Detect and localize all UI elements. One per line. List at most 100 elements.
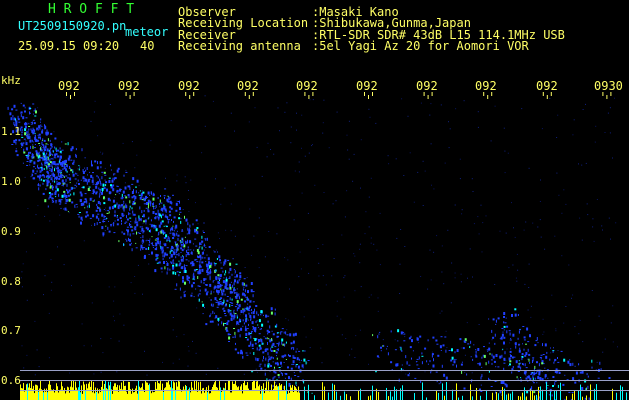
signal-pixel <box>254 343 257 345</box>
x-tick-mark <box>248 95 250 99</box>
noise-pixel <box>230 230 232 232</box>
signal-pixel <box>178 217 181 220</box>
noise-pixel <box>99 151 101 153</box>
signal-pixel <box>253 337 255 339</box>
signal-pixel <box>42 182 44 185</box>
signal-pixel <box>189 240 192 244</box>
signal-pixel <box>386 348 388 350</box>
signal-pixel <box>116 215 118 216</box>
signal-pixel <box>383 344 385 347</box>
noise-pixel <box>359 248 361 250</box>
signal-pixel <box>156 240 159 243</box>
noise-pixel <box>187 346 189 347</box>
signal-pixel <box>197 294 199 297</box>
signal-pixel <box>102 183 105 187</box>
signal-pixel <box>49 185 52 187</box>
floor-spike <box>586 395 587 400</box>
signal-pixel <box>301 364 304 368</box>
signal-pixel <box>233 282 235 286</box>
signal-pixel <box>86 205 88 208</box>
noise-pixel <box>504 172 506 174</box>
noise-pixel <box>243 373 245 375</box>
signal-pixel <box>42 174 44 177</box>
noise-pixel <box>441 245 443 247</box>
signal-pixel <box>390 361 393 364</box>
floor-spike <box>55 390 56 400</box>
signal-pixel <box>49 170 51 171</box>
noise-pixel <box>234 235 236 237</box>
signal-pixel <box>234 270 236 274</box>
signal-pixel <box>509 350 512 353</box>
signal-pixel <box>123 208 125 212</box>
floor-spike <box>278 386 279 400</box>
noise-pixel <box>464 371 466 373</box>
noise-pixel <box>290 126 292 128</box>
signal-pixel <box>206 267 208 271</box>
signal-pixel <box>168 210 171 213</box>
noise-pixel <box>347 149 349 151</box>
noise-pixel <box>328 147 330 149</box>
signal-pixel <box>265 357 267 361</box>
signal-pixel <box>131 196 134 199</box>
signal-pixel <box>57 155 59 158</box>
signal-pixel <box>108 206 111 210</box>
signal-pixel <box>460 363 463 366</box>
signal-pixel <box>166 240 168 242</box>
signal-pixel <box>108 220 109 222</box>
noise-pixel <box>351 348 353 350</box>
signal-pixel <box>195 219 198 222</box>
signal-pixel <box>81 219 83 221</box>
signal-pixel <box>293 347 295 351</box>
floor-spike <box>285 390 286 400</box>
noise-pixel <box>594 141 596 143</box>
signal-pixel <box>161 246 164 250</box>
signal-pixel <box>254 338 257 342</box>
signal-pixel <box>171 249 173 252</box>
signal-pixel <box>123 243 125 246</box>
signal-pixel <box>406 361 408 365</box>
noise-pixel <box>466 322 468 324</box>
floor-spike <box>205 389 206 400</box>
signal-pixel <box>256 320 258 322</box>
floor-spike <box>90 386 91 400</box>
signal-pixel <box>148 202 150 206</box>
signal-pixel <box>223 298 225 300</box>
signal-pixel <box>126 226 129 228</box>
signal-pixel <box>437 354 440 357</box>
signal-pixel <box>240 298 243 301</box>
noise-pixel <box>555 328 557 330</box>
floor-spike <box>96 392 97 400</box>
signal-pixel <box>39 179 41 181</box>
signal-pixel <box>125 203 127 207</box>
signal-pixel <box>504 351 506 355</box>
signal-pixel <box>229 297 231 301</box>
signal-pixel <box>150 200 152 204</box>
floor-spike <box>626 392 627 400</box>
signal-pixel <box>511 356 514 359</box>
signal-pixel <box>242 310 244 314</box>
signal-pixel <box>146 197 149 198</box>
signal-pixel <box>41 126 43 128</box>
floor-spike <box>236 385 237 400</box>
signal-pixel <box>69 182 71 184</box>
signal-pixel <box>167 267 169 271</box>
signal-pixel <box>285 359 287 360</box>
noise-pixel <box>104 167 106 169</box>
noise-pixel <box>286 329 288 331</box>
noise-pixel <box>239 313 241 315</box>
signal-pixel <box>237 307 240 310</box>
signal-pixel <box>92 183 95 185</box>
signal-pixel <box>43 157 46 159</box>
signal-pixel <box>285 373 288 375</box>
floor-spike <box>277 386 278 400</box>
reference-line <box>20 380 629 381</box>
signal-pixel <box>414 377 417 379</box>
info-label-antenna: Receiving antenna <box>178 39 301 53</box>
floor-spike <box>252 382 253 400</box>
signal-pixel <box>61 180 63 182</box>
signal-pixel <box>572 377 575 381</box>
signal-pixel <box>276 361 278 363</box>
signal-pixel <box>416 364 419 366</box>
signal-pixel <box>172 266 175 270</box>
signal-pixel <box>172 262 175 264</box>
